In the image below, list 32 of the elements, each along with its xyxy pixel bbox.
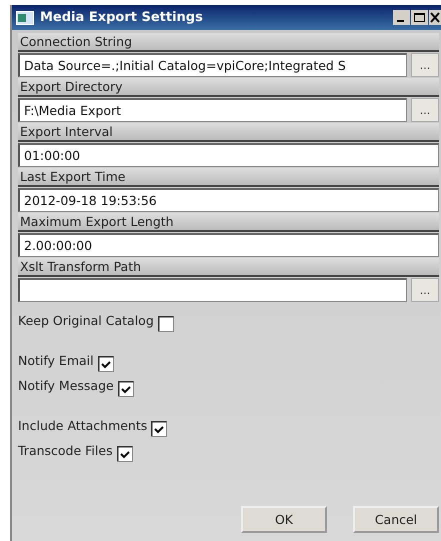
- checkbox[interactable]: [116, 446, 133, 462]
- field-label: Export Directory: [18, 78, 439, 97]
- cancel-button[interactable]: Cancel: [353, 506, 439, 533]
- browse-button[interactable]: ...: [411, 98, 439, 122]
- text-field[interactable]: [18, 278, 407, 302]
- maximize-icon[interactable]: [411, 10, 428, 25]
- text-field[interactable]: Data Source=.;Initial Catalog=vpiCore;Integrated S: [18, 53, 407, 77]
- field-label: Maximum Export Length: [18, 213, 439, 232]
- app-icon: [16, 10, 34, 24]
- checkbox[interactable]: [98, 356, 114, 372]
- text-field[interactable]: F:\Media Export: [18, 98, 407, 122]
- checkbox-label: Include Attachments: [18, 418, 148, 433]
- text-field[interactable]: 01:00:00: [18, 143, 439, 167]
- checkbox[interactable]: [158, 316, 174, 332]
- text-field[interactable]: 2.00:00:00: [18, 233, 439, 257]
- text-field[interactable]: 2012-09-18 19:53:56: [18, 188, 439, 212]
- checkbox[interactable]: [118, 381, 134, 397]
- close-icon[interactable]: [429, 10, 441, 25]
- minimize-icon[interactable]: [393, 10, 410, 25]
- window-title: Media Export Settings: [40, 10, 204, 25]
- checkbox-label: Keep Original Catalog: [18, 313, 154, 328]
- browse-button[interactable]: ...: [411, 53, 439, 77]
- field-label: Last Export Time: [18, 168, 439, 187]
- checkbox-label: Notify Message: [18, 378, 114, 393]
- field-label: Connection String: [18, 33, 439, 52]
- ok-button[interactable]: OK: [241, 506, 327, 533]
- field-label: Xslt Transform Path: [18, 258, 439, 277]
- field-label: Export Interval: [18, 123, 439, 142]
- browse-button[interactable]: ...: [411, 278, 439, 302]
- checkbox-label: Transcode Files: [18, 443, 113, 458]
- checkbox[interactable]: [151, 421, 168, 437]
- checkbox-label: Notify Email: [18, 353, 94, 368]
